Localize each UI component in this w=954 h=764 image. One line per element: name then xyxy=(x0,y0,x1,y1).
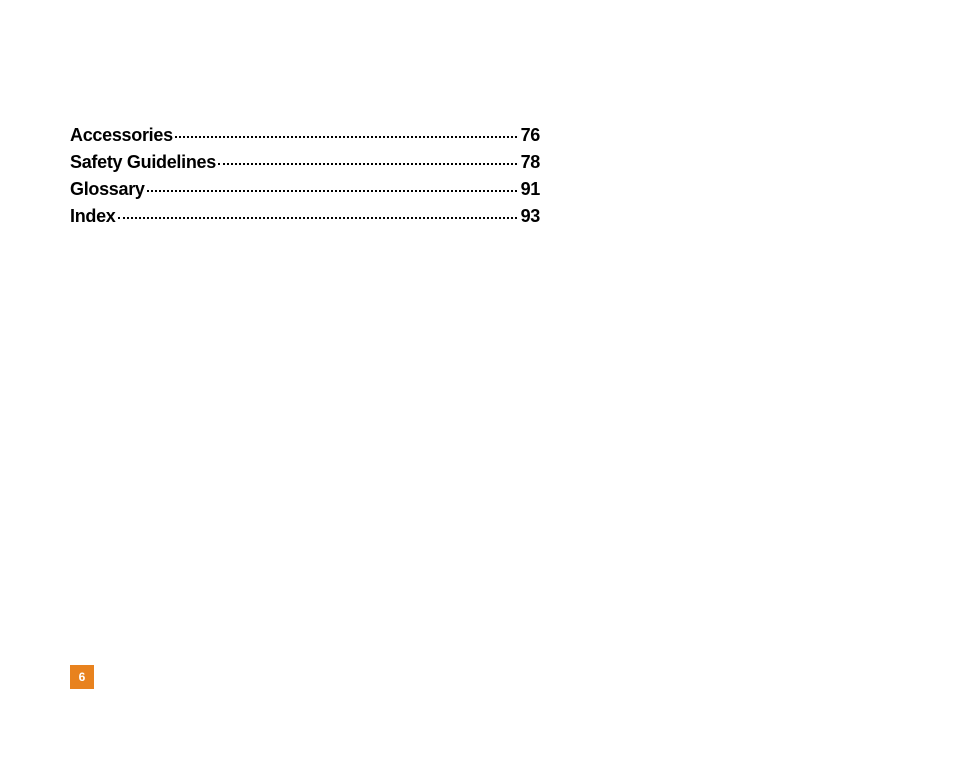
toc-entry: Glossary 91 xyxy=(70,179,540,200)
page-number-badge: 6 xyxy=(70,665,94,689)
toc-title: Safety Guidelines xyxy=(70,152,216,173)
toc-leader-dots xyxy=(147,190,517,192)
page-number-text: 6 xyxy=(79,670,86,684)
toc-leader-dots xyxy=(118,217,517,219)
toc-leader-dots xyxy=(218,163,517,165)
toc-entry: Accessories 76 xyxy=(70,125,540,146)
toc-page-number: 93 xyxy=(521,206,540,227)
toc-entry: Index 93 xyxy=(70,206,540,227)
toc-page-number: 91 xyxy=(521,179,540,200)
toc-title: Index xyxy=(70,206,116,227)
toc-leader-dots xyxy=(175,136,517,138)
toc-page-number: 78 xyxy=(521,152,540,173)
document-page: Accessories 76 Safety Guidelines 78 Glos… xyxy=(0,0,954,764)
toc-entry: Safety Guidelines 78 xyxy=(70,152,540,173)
toc-title: Accessories xyxy=(70,125,173,146)
toc-page-number: 76 xyxy=(521,125,540,146)
table-of-contents: Accessories 76 Safety Guidelines 78 Glos… xyxy=(70,125,540,227)
toc-title: Glossary xyxy=(70,179,145,200)
